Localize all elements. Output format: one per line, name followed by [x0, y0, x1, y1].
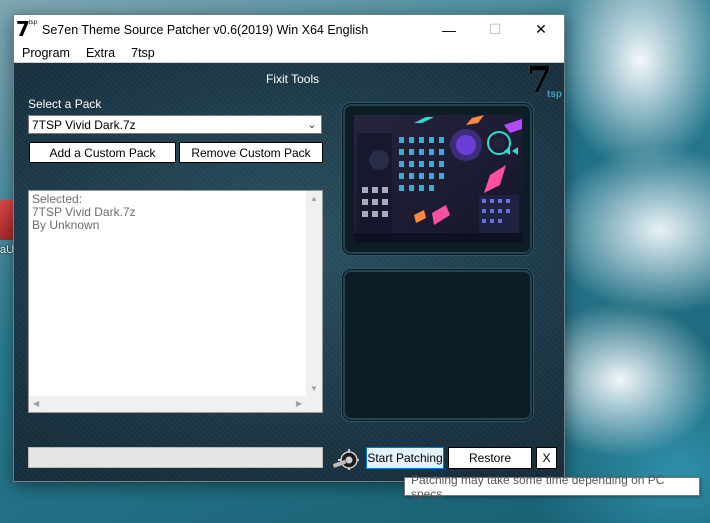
minimize-icon[interactable]: — — [426, 15, 472, 44]
remove-custom-pack-button[interactable]: Remove Custom Pack — [179, 142, 323, 163]
menu-extra[interactable]: Extra — [78, 46, 123, 60]
maximize-icon[interactable]: ☐ — [472, 15, 518, 44]
menu-program[interactable]: Program — [14, 46, 78, 60]
theme-preview-graphic — [354, 115, 523, 243]
gear-wrench-icon[interactable] — [331, 448, 360, 471]
chevron-down-icon[interactable]: ⌄ — [303, 118, 321, 131]
theme-preview-image — [342, 103, 533, 255]
fixit-tools-heading: Fixit Tools — [266, 72, 320, 86]
horizontal-scrollbar[interactable]: ◀ ▶ — [29, 396, 306, 412]
window-title: Se7en Theme Source Patcher v0.6(2019) Wi… — [42, 22, 369, 37]
scroll-down-icon[interactable]: ▼ — [310, 384, 318, 393]
scroll-left-icon[interactable]: ◀ — [33, 399, 39, 408]
menu-bar: Program Extra 7tsp — [14, 44, 564, 63]
patch-progress-bar — [28, 447, 323, 468]
start-patching-button[interactable]: Start Patching — [366, 447, 444, 469]
vertical-scrollbar[interactable]: ▲ ▼ — [306, 191, 322, 396]
client-area: Fixit Tools 7 tsp Select a Pack 7TSP Viv… — [14, 59, 564, 481]
shortcut-icon — [0, 200, 14, 240]
add-custom-pack-button[interactable]: Add a Custom Pack — [29, 142, 176, 163]
restore-button[interactable]: Restore — [448, 447, 532, 469]
scroll-right-icon[interactable]: ▶ — [296, 399, 302, 408]
menu-7tsp[interactable]: 7tsp — [123, 46, 163, 60]
title-bar[interactable]: 7 tsp Se7en Theme Source Patcher v0.6(20… — [14, 15, 564, 44]
scroll-up-icon[interactable]: ▲ — [310, 194, 318, 203]
close-icon[interactable]: ✕ — [518, 15, 564, 44]
app-window: 7 tsp Se7en Theme Source Patcher v0.6(20… — [13, 14, 565, 482]
pack-info-text: Selected: 7TSP Vivid Dark.7z By Unknown — [32, 192, 136, 232]
pack-dropdown-value: 7TSP Vivid Dark.7z — [32, 117, 136, 132]
secondary-preview-panel — [342, 269, 533, 421]
app-logo-icon: 7 tsp — [16, 16, 38, 41]
select-pack-label: Select a Pack — [28, 97, 102, 111]
pack-info-textbox[interactable]: Selected: 7TSP Vivid Dark.7z By Unknown … — [28, 190, 323, 413]
shortcut-label: aU — [0, 244, 15, 256]
brand-logo-icon: 7 tsp — [527, 59, 562, 101]
tooltip: Patching may take some time depending on… — [404, 473, 700, 501]
close-app-button[interactable]: X — [536, 447, 557, 469]
scroll-corner — [306, 396, 322, 412]
pack-dropdown[interactable]: 7TSP Vivid Dark.7z ⌄ — [28, 115, 322, 134]
